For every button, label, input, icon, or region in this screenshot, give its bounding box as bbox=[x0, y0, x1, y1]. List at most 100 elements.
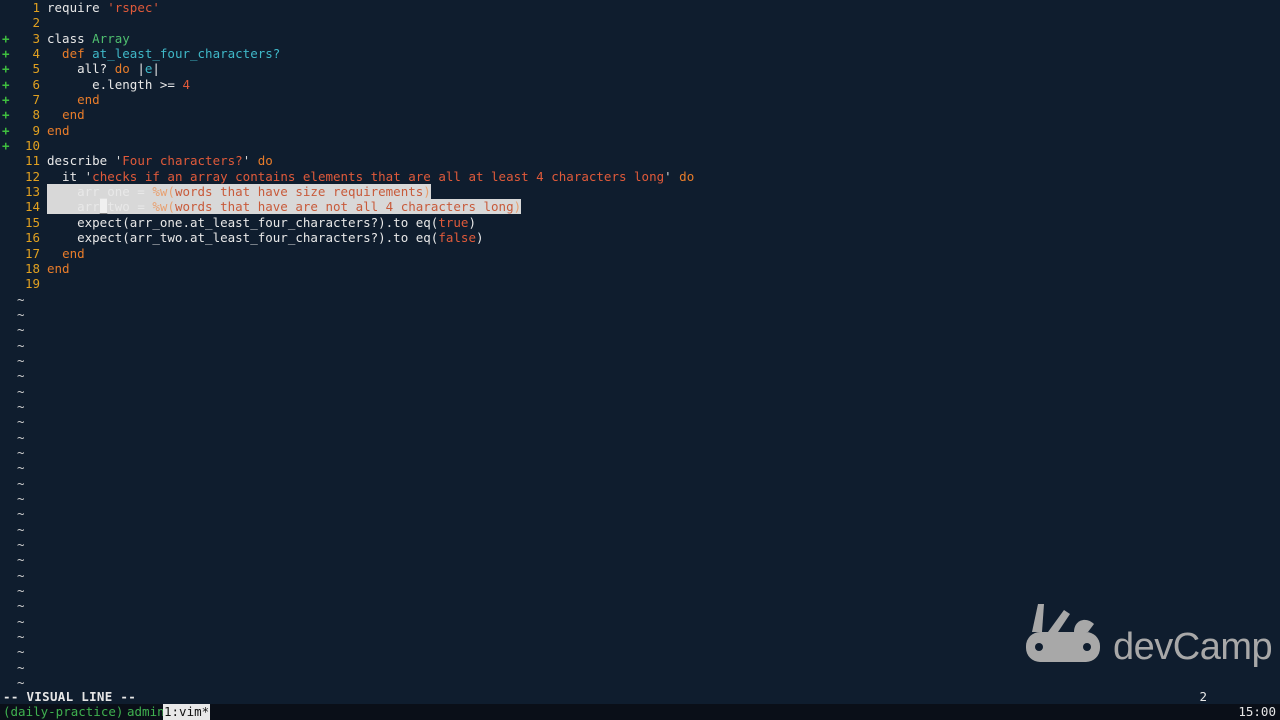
code-text: end bbox=[47, 122, 70, 138]
empty-buffer-line: ~ bbox=[0, 522, 1280, 537]
line-number: 8 bbox=[32, 107, 40, 123]
line-number: 14 bbox=[24, 199, 40, 215]
empty-buffer-line: ~ bbox=[0, 583, 1280, 598]
line-number: 3 bbox=[32, 30, 40, 46]
empty-buffer-line: ~ bbox=[0, 568, 1280, 583]
code-text: describe 'Four characters?' do bbox=[47, 153, 273, 169]
code-line[interactable]: 15 expect(arr_one.at_least_four_characte… bbox=[0, 215, 1280, 230]
code-text: all? do |e| bbox=[47, 61, 160, 77]
code-line[interactable]: 16 expect(arr_two.at_least_four_characte… bbox=[0, 230, 1280, 245]
tmux-clock: 15:00 bbox=[1238, 704, 1276, 719]
git-diff-sign: + bbox=[2, 76, 10, 92]
line-number: 7 bbox=[32, 92, 40, 108]
line-number: 2 bbox=[32, 15, 40, 31]
code-line[interactable]: +5 all? do |e| bbox=[0, 61, 1280, 76]
code-line[interactable]: +3 class Array bbox=[0, 31, 1280, 46]
swiss-knife-icon bbox=[1026, 604, 1100, 662]
empty-buffer-line: ~ bbox=[0, 384, 1280, 399]
empty-buffer-line: ~ bbox=[0, 399, 1280, 414]
empty-buffer-line: ~ bbox=[0, 445, 1280, 460]
tilde-marker: ~ bbox=[17, 322, 25, 338]
code-text: end bbox=[77, 92, 100, 108]
code-text: end bbox=[62, 245, 85, 261]
empty-buffer-line: ~ bbox=[0, 338, 1280, 353]
line-number: 15 bbox=[24, 214, 40, 230]
tilde-marker: ~ bbox=[17, 352, 25, 368]
line-number: 18 bbox=[24, 260, 40, 276]
code-line[interactable]: +7 end bbox=[0, 92, 1280, 107]
empty-buffer-line: ~ bbox=[0, 537, 1280, 552]
code-line[interactable]: 14 arr_two = %w(words that have are not … bbox=[0, 199, 1280, 215]
line-number: 4 bbox=[32, 46, 40, 62]
tilde-marker: ~ bbox=[17, 306, 25, 322]
tilde-marker: ~ bbox=[17, 383, 25, 399]
tilde-marker: ~ bbox=[17, 491, 25, 506]
tilde-marker: ~ bbox=[17, 291, 25, 307]
code-line[interactable]: 13 arr_one = %w(words that have size req… bbox=[0, 184, 1280, 200]
tmux-user-name: admin bbox=[127, 704, 165, 719]
code-line[interactable]: 1 require 'rspec' bbox=[0, 0, 1280, 15]
git-diff-sign: + bbox=[2, 61, 10, 77]
git-diff-sign: + bbox=[2, 138, 10, 154]
tmux-window-tab[interactable]: 1:vim* bbox=[163, 704, 211, 720]
line-number: 1 bbox=[32, 0, 40, 15]
code-line[interactable]: +9 end bbox=[0, 123, 1280, 138]
line-number: 5 bbox=[32, 61, 40, 77]
tilde-marker: ~ bbox=[17, 429, 25, 445]
git-diff-sign: + bbox=[2, 122, 10, 138]
code-line[interactable]: 19 bbox=[0, 276, 1280, 291]
code-line[interactable]: 2 bbox=[0, 15, 1280, 30]
empty-buffer-line: ~ bbox=[0, 491, 1280, 506]
tilde-marker: ~ bbox=[17, 337, 25, 353]
empty-buffer-line: ~ bbox=[0, 506, 1280, 521]
git-diff-sign: + bbox=[2, 92, 10, 108]
tilde-marker: ~ bbox=[17, 659, 25, 675]
tmux-session-name: (daily-practice) bbox=[3, 704, 124, 719]
line-number: 13 bbox=[24, 184, 40, 200]
logo-text: devCamp bbox=[1113, 626, 1273, 668]
line-number: 11 bbox=[24, 153, 40, 169]
code-line[interactable]: 17 end bbox=[0, 246, 1280, 261]
line-number: 19 bbox=[24, 276, 40, 292]
line-number: 17 bbox=[24, 245, 40, 261]
code-line[interactable]: +4 def at_least_four_characters? bbox=[0, 46, 1280, 61]
empty-buffer-line: ~ bbox=[0, 675, 1280, 690]
selection-line-count: 2 bbox=[1199, 689, 1207, 704]
code-text: expect(arr_one.at_least_four_characters?… bbox=[47, 214, 476, 230]
tilde-marker: ~ bbox=[17, 475, 25, 491]
code-text: it 'checks if an array contains elements… bbox=[47, 168, 695, 184]
empty-buffer-line: ~ bbox=[0, 476, 1280, 491]
code-line[interactable]: +10 bbox=[0, 138, 1280, 153]
code-text: end bbox=[47, 260, 70, 276]
code-line[interactable]: +6 e.length >= 4 bbox=[0, 77, 1280, 92]
tilde-marker: ~ bbox=[17, 444, 25, 460]
tmux-status-bar: (daily-practice) admin 1:vim* 15:00 bbox=[0, 704, 1280, 720]
code-text: require 'rspec' bbox=[47, 0, 160, 15]
code-line[interactable]: +8 end bbox=[0, 107, 1280, 122]
empty-buffer-line: ~ bbox=[0, 353, 1280, 368]
code-line[interactable]: 18 end bbox=[0, 261, 1280, 276]
git-diff-sign: + bbox=[2, 30, 10, 46]
line-number: 10 bbox=[24, 138, 40, 154]
tilde-marker: ~ bbox=[17, 368, 25, 384]
tilde-marker: ~ bbox=[17, 567, 25, 583]
code-text: expect(arr_two.at_least_four_characters?… bbox=[47, 230, 484, 246]
line-number: 9 bbox=[32, 122, 40, 138]
line-number: 16 bbox=[24, 230, 40, 246]
code-text: def at_least_four_characters? bbox=[47, 46, 281, 62]
tilde-marker: ~ bbox=[17, 598, 25, 614]
code-text: class Array bbox=[47, 30, 130, 46]
code-line[interactable]: 12 it 'checks if an array contains eleme… bbox=[0, 169, 1280, 184]
empty-buffer-line: ~ bbox=[0, 460, 1280, 475]
line-number: 6 bbox=[32, 76, 40, 92]
empty-buffer-line: ~ bbox=[0, 552, 1280, 567]
devcamp-logo: devCamp bbox=[1024, 602, 1273, 672]
git-diff-sign: + bbox=[2, 107, 10, 123]
tilde-marker: ~ bbox=[17, 521, 25, 537]
code-line[interactable]: 11 describe 'Four characters?' do bbox=[0, 153, 1280, 168]
empty-buffer-line: ~ bbox=[0, 292, 1280, 307]
tilde-marker: ~ bbox=[17, 613, 25, 629]
tilde-marker: ~ bbox=[17, 552, 25, 568]
code-text: arr_two = %w(words that have are not all… bbox=[47, 199, 522, 215]
vim-editor[interactable]: 1 require 'rspec' 2 +3 class Array +4 def at_… bbox=[0, 0, 1280, 690]
